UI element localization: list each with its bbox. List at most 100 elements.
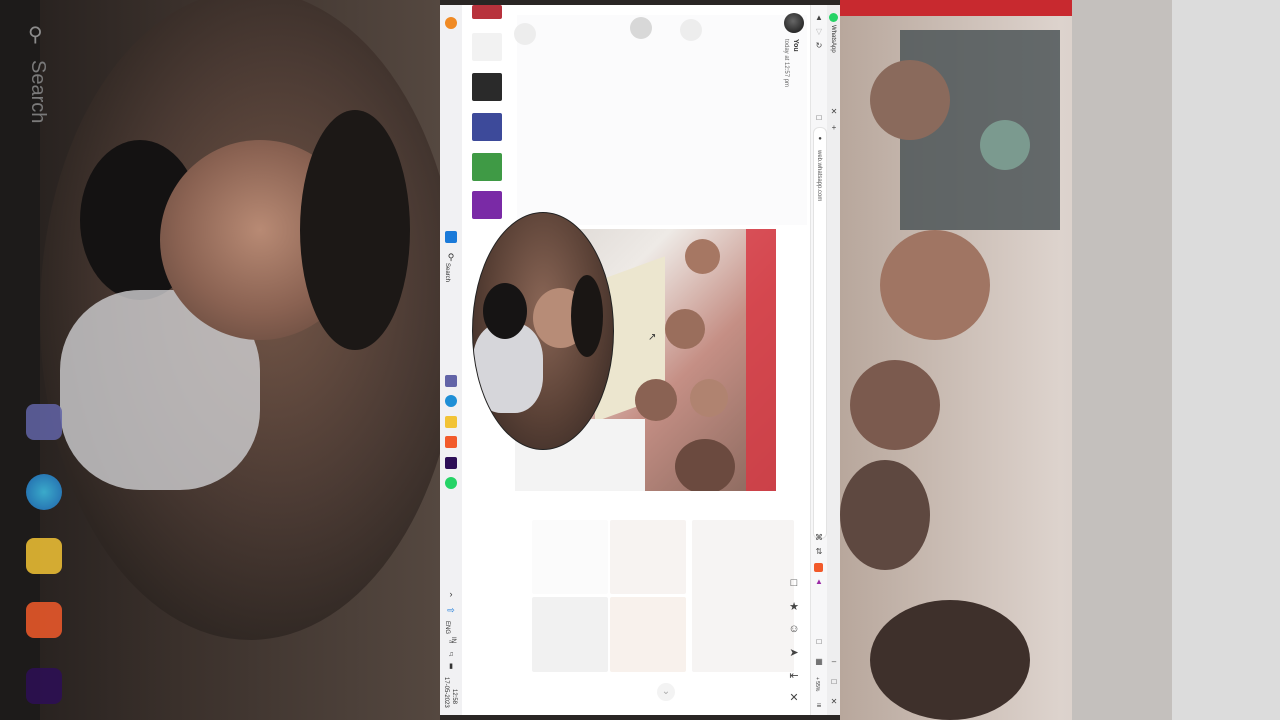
webcam-microphone xyxy=(483,283,527,339)
avatar[interactable] xyxy=(784,13,804,33)
download-icon[interactable]: ⇤ xyxy=(786,669,802,682)
back-icon[interactable]: ▲ xyxy=(813,13,825,22)
gallery-tile[interactable] xyxy=(610,520,686,594)
extension-icon[interactable]: ⌘ xyxy=(813,533,825,542)
media-thumbnail[interactable] xyxy=(472,191,502,219)
search-icon[interactable]: ⚲ xyxy=(445,251,457,263)
language-indicator[interactable]: ENG xyxy=(444,621,450,634)
emoji-icon[interactable]: ☺ xyxy=(786,623,802,635)
mouse-cursor-icon: ↗ xyxy=(648,332,657,343)
background-left-blur: ⚲ Search xyxy=(0,0,440,720)
battery-icon[interactable]: ▮ xyxy=(445,661,457,673)
message-area xyxy=(517,15,807,225)
scroll-down-button[interactable]: ⌄ xyxy=(657,683,675,701)
whatsapp-icon[interactable] xyxy=(445,477,457,489)
taskbar: ⚲ Search › ⇨ ENG IN ≈ ♫ ▮ 12:58 17-05-20… xyxy=(440,5,463,715)
background-red-band xyxy=(840,0,1100,16)
webcam-overlay xyxy=(472,212,614,450)
close-icon[interactable]: ✕ xyxy=(786,691,802,704)
background-person xyxy=(850,360,940,450)
window-close-icon[interactable]: ✕ xyxy=(828,697,840,706)
chevron-up-icon[interactable]: › xyxy=(445,588,457,600)
photo-person xyxy=(665,309,705,349)
placeholder-circle xyxy=(630,17,652,39)
address-bar[interactable]: ● web.whatsapp.com xyxy=(813,127,827,539)
background-band xyxy=(1172,0,1280,720)
background-person xyxy=(840,460,930,570)
gallery-tile[interactable] xyxy=(610,597,686,672)
contact-name[interactable]: You xyxy=(792,39,799,52)
browser-chrome: WhatsApp ✕ + – □ ✕ ▲ ▽ ↻ □ ● web.whatsap… xyxy=(810,5,840,715)
background-person xyxy=(870,60,950,140)
teams-icon[interactable] xyxy=(445,375,457,387)
forward-icon[interactable]: ➤ xyxy=(786,646,802,659)
media-thumbnail[interactable] xyxy=(472,153,502,181)
clock-date[interactable]: 17-05-2023 xyxy=(443,677,449,708)
photo-person xyxy=(635,379,677,421)
background-premiere-icon xyxy=(26,668,62,704)
photo-person xyxy=(685,239,720,274)
wallet-icon[interactable]: ▦ xyxy=(813,657,825,666)
brave-icon[interactable] xyxy=(445,436,457,448)
bookmark-icon[interactable]: □ xyxy=(813,113,825,122)
clock-time[interactable]: 12:58 xyxy=(451,689,457,704)
webcam-hair xyxy=(571,275,603,357)
brave-rewards-icon[interactable]: ▲ xyxy=(813,577,825,586)
chevron-down-icon: ⌄ xyxy=(661,686,671,697)
background-search-label: Search xyxy=(27,60,49,124)
window-minimize-icon[interactable]: – xyxy=(828,657,840,666)
browser-tab-title[interactable]: WhatsApp xyxy=(830,25,836,53)
save-icon[interactable]: □ xyxy=(786,577,802,589)
reload-icon[interactable]: ↻ xyxy=(813,41,825,50)
chat-panel: ↗ ⌄ xyxy=(462,5,810,715)
new-tab-icon[interactable]: + xyxy=(828,123,840,132)
photo-person xyxy=(675,439,735,491)
background-search-icon: ⚲ xyxy=(28,24,43,46)
photo-person xyxy=(690,379,728,417)
network-icon[interactable]: ⇨ xyxy=(445,604,457,616)
photo-red-wall xyxy=(746,229,776,491)
sidebar-icon[interactable]: □ xyxy=(813,637,825,646)
address-url[interactable]: web.whatsapp.com xyxy=(816,150,822,201)
share-icon[interactable]: ⇅ xyxy=(813,547,825,556)
background-person xyxy=(880,230,990,340)
forward-nav-icon[interactable]: ▽ xyxy=(813,27,825,36)
browser-tab-strip: WhatsApp ✕ + – □ ✕ xyxy=(827,5,840,715)
media-thumbnail[interactable] xyxy=(472,5,502,19)
edge-icon[interactable] xyxy=(445,395,457,407)
screen-capture: ⚲ Search › ⇨ ENG IN ≈ ♫ ▮ 12:58 17-05-20… xyxy=(440,5,840,715)
files-icon[interactable] xyxy=(445,416,457,428)
background-band xyxy=(1072,0,1172,720)
background-edge-icon xyxy=(26,474,62,510)
gallery-tile[interactable] xyxy=(532,597,608,672)
media-thumbnail[interactable] xyxy=(472,113,502,141)
firefox-icon[interactable] xyxy=(445,17,457,29)
menu-icon[interactable]: ≡ xyxy=(813,701,825,710)
brave-shield-icon[interactable] xyxy=(814,563,823,572)
lock-icon: ● xyxy=(818,136,822,142)
media-thumbnail[interactable] xyxy=(472,73,502,101)
background-hair xyxy=(300,110,410,350)
star-icon[interactable]: ★ xyxy=(786,600,802,613)
placeholder-circle xyxy=(514,23,536,45)
message-timestamp: today at 12:57 pm xyxy=(783,39,789,88)
volume-icon[interactable]: ♫ xyxy=(445,649,457,661)
placeholder-circle xyxy=(680,19,702,41)
background-person xyxy=(870,600,1030,720)
gallery-tile[interactable] xyxy=(532,520,608,594)
zoom-level[interactable]: + 55% xyxy=(814,677,820,691)
gallery-tile[interactable] xyxy=(692,520,794,672)
premiere-icon[interactable] xyxy=(445,457,457,469)
background-person xyxy=(980,120,1030,170)
background-right-blur xyxy=(840,0,1280,720)
tab-close-icon[interactable]: ✕ xyxy=(828,107,840,116)
background-brave-icon xyxy=(26,602,62,638)
taskbar-search-label[interactable]: Search xyxy=(444,263,450,282)
media-thumbnail[interactable] xyxy=(472,33,502,61)
windows-icon[interactable] xyxy=(445,231,457,243)
background-files-icon xyxy=(26,538,62,574)
window-maximize-icon[interactable]: □ xyxy=(828,677,840,686)
wifi-icon[interactable]: ≈ xyxy=(445,637,457,649)
whatsapp-tab-icon[interactable] xyxy=(829,13,838,22)
background-teams-icon xyxy=(26,404,62,440)
